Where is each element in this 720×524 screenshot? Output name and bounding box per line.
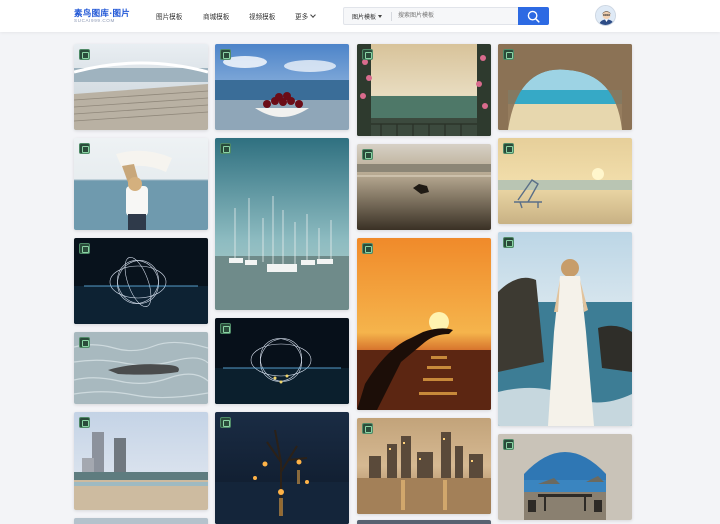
image-badge-icon bbox=[220, 143, 231, 154]
search-category-label: 图片模板 bbox=[352, 15, 377, 21]
image-badge-icon bbox=[220, 323, 231, 334]
image-badge-icon bbox=[503, 49, 514, 60]
search-icon bbox=[527, 10, 540, 23]
image-badge-icon bbox=[79, 243, 90, 254]
image-badge-icon bbox=[220, 417, 231, 428]
image-badge-icon bbox=[362, 49, 373, 60]
woman-white-dress-image bbox=[498, 232, 632, 426]
image-badge-icon bbox=[362, 243, 373, 254]
photo-woman-scarf-beach[interactable] bbox=[74, 138, 208, 230]
image-badge-icon bbox=[503, 237, 514, 248]
image-badge-icon bbox=[362, 423, 373, 434]
marina-image bbox=[215, 138, 349, 310]
nav-more-label: 更多 bbox=[295, 14, 309, 21]
photo-woman-white-dress-rocks[interactable] bbox=[498, 232, 632, 426]
search-input[interactable] bbox=[394, 8, 517, 24]
photo-column1-next[interactable] bbox=[74, 518, 208, 524]
top-header: 素鸟图库·图片 SUCAI999.COM 图片模板 商城模板 视频模板 更多 图… bbox=[0, 0, 720, 32]
boardwalk-image bbox=[74, 44, 208, 130]
photo-column3-next[interactable] bbox=[357, 520, 491, 524]
nav-item-more[interactable]: 更多 bbox=[295, 11, 317, 21]
photo-hand-holding-sun[interactable] bbox=[357, 238, 491, 410]
search-divider bbox=[391, 12, 392, 21]
photo-city-skyline-dusk[interactable] bbox=[357, 418, 491, 514]
image-badge-icon bbox=[503, 439, 514, 450]
photo-lantern-tree-night[interactable] bbox=[215, 412, 349, 524]
image-badge-icon bbox=[220, 49, 231, 60]
image-badge-icon bbox=[79, 143, 90, 154]
terrace-arch-image bbox=[498, 434, 632, 520]
photo-light-painting[interactable] bbox=[74, 238, 208, 324]
photo-sea-cave-beach[interactable] bbox=[498, 44, 632, 130]
photo-light-painting-2[interactable] bbox=[215, 318, 349, 404]
photo-marina-sailboats[interactable] bbox=[215, 138, 349, 310]
nav-item-mall-templates[interactable]: 商城模板 bbox=[203, 11, 229, 21]
logo-domain: SUCAI999.COM bbox=[74, 18, 115, 23]
balcony-sunset-image bbox=[357, 44, 491, 136]
search-button[interactable] bbox=[518, 7, 549, 25]
hand-sun-image bbox=[357, 238, 491, 410]
site-logo[interactable]: 素鸟图库·图片 SUCAI999.COM bbox=[74, 7, 140, 25]
seal-water-image bbox=[74, 332, 208, 404]
beach-dog-image bbox=[357, 144, 491, 230]
image-badge-icon bbox=[362, 149, 373, 160]
photo-boardwalk-sea[interactable] bbox=[74, 44, 208, 130]
chevron-down-icon bbox=[310, 12, 317, 18]
caret-down-icon bbox=[378, 15, 383, 18]
search-bar: 图片模板 bbox=[343, 7, 549, 25]
image-badge-icon bbox=[79, 49, 90, 60]
beach-chair-image bbox=[498, 138, 632, 224]
light-painting-2-image bbox=[215, 318, 349, 404]
photo-city-beach-towers[interactable] bbox=[74, 412, 208, 510]
avatar-icon bbox=[596, 6, 615, 25]
image-badge-icon bbox=[79, 337, 90, 348]
image-badge-icon bbox=[503, 143, 514, 154]
city-skyline-image bbox=[357, 418, 491, 514]
search-category-select[interactable]: 图片模板 bbox=[352, 12, 383, 21]
photo-terrace-arch-sea[interactable] bbox=[498, 434, 632, 520]
nav-item-image-templates[interactable]: 图片模板 bbox=[156, 11, 182, 21]
photo-seal-in-water[interactable] bbox=[74, 332, 208, 404]
photo-balcony-sunset-flowers[interactable] bbox=[357, 44, 491, 136]
photo-cherries-bowl[interactable] bbox=[215, 44, 349, 130]
photo-beach-dog-sunset[interactable] bbox=[357, 144, 491, 230]
user-avatar[interactable] bbox=[595, 5, 616, 26]
light-painting-image bbox=[74, 238, 208, 324]
sea-cave-image bbox=[498, 44, 632, 130]
cherries-image bbox=[215, 44, 349, 130]
image-badge-icon bbox=[79, 417, 90, 428]
lantern-tree-image bbox=[215, 412, 349, 524]
city-beach-image bbox=[74, 412, 208, 510]
nav-item-video-templates[interactable]: 视频模板 bbox=[249, 11, 275, 21]
photo-beach-chair-sunset[interactable] bbox=[498, 138, 632, 224]
woman-scarf-image bbox=[74, 138, 208, 230]
